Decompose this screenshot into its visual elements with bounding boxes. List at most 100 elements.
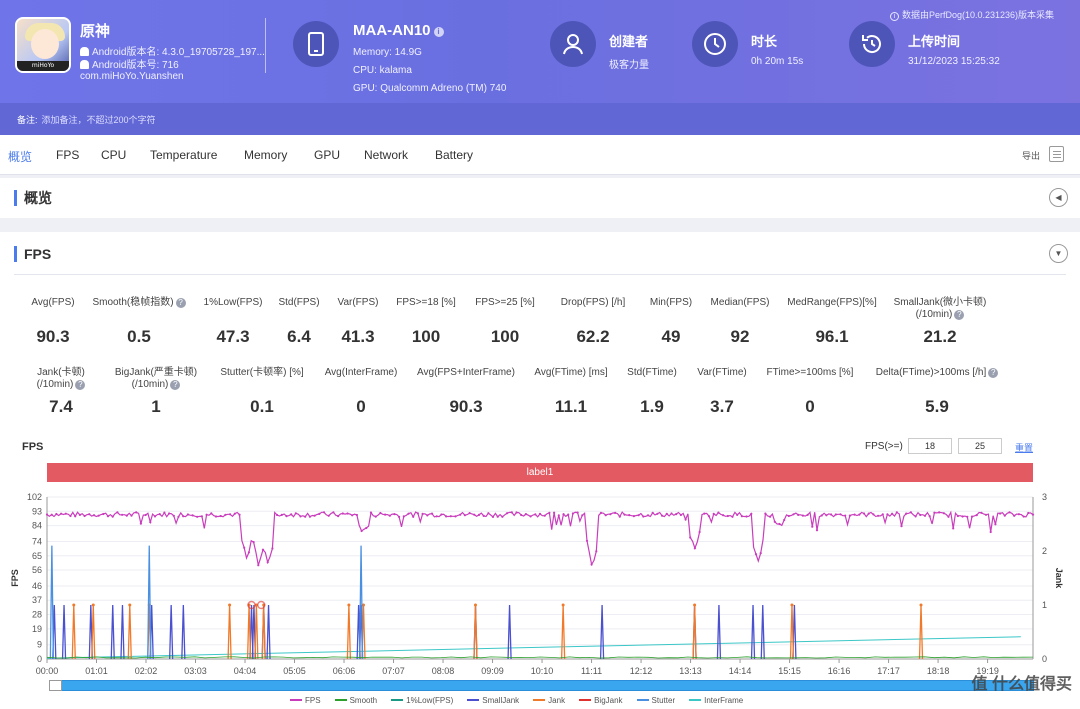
metric-value: 7.4 <box>49 397 73 416</box>
smooth-line <box>46 656 1034 659</box>
fps-threshold-input-b[interactable]: 25 <box>958 438 1002 454</box>
fps-point <box>97 514 100 517</box>
metric-value: 92 <box>730 327 750 346</box>
tab-cpu[interactable]: CPU <box>101 148 126 162</box>
fps-point <box>355 513 358 517</box>
fps-point <box>811 525 814 528</box>
help-icon[interactable]: ? <box>175 298 186 308</box>
notes-bar[interactable]: 备注: 添加备注，不超过200个字符 <box>0 103 1080 135</box>
fps-point <box>585 539 589 542</box>
tab-gpu[interactable]: GPU <box>314 148 340 162</box>
help-icon[interactable]: ? <box>954 310 965 320</box>
fps-point <box>1008 511 1011 514</box>
metric-value: 21.2 <box>923 327 957 346</box>
fps-point <box>78 513 81 516</box>
legend-swatch <box>689 699 702 701</box>
fps-point <box>581 514 584 517</box>
tab-battery[interactable]: Battery <box>435 148 473 162</box>
legend-item-5[interactable]: BigJank <box>579 696 623 705</box>
fps-threshold-input-a[interactable]: 18 <box>908 438 952 454</box>
fps-point <box>548 511 551 514</box>
reset-button[interactable]: 重置 <box>1015 441 1033 454</box>
fps-point <box>463 514 466 517</box>
legend-item-0[interactable]: FPS <box>290 696 321 705</box>
legend-label: 1%Low(FPS) <box>406 696 454 705</box>
jank-spike <box>227 604 232 660</box>
export-icon[interactable] <box>1049 146 1064 162</box>
metric-label: Median(FPS) <box>710 297 770 308</box>
tab-fps[interactable]: FPS <box>56 148 79 162</box>
metric-value: 62.2 <box>576 327 610 346</box>
fps-point <box>909 511 913 514</box>
tab-memory[interactable]: Memory <box>244 148 287 162</box>
metric-metrics_row2-1: BigJank(严重卡顿) (/10min)? 1 <box>100 367 212 417</box>
metric-label-unit: (/10min)? <box>22 379 100 391</box>
fps-point <box>238 513 241 516</box>
time-scrollbar[interactable] <box>49 680 1034 691</box>
help-icon[interactable]: ? <box>75 380 86 390</box>
fps-point <box>421 512 424 515</box>
notes-input[interactable]: 添加备注，不超过200个字符 <box>42 115 156 125</box>
fps-point <box>257 564 260 567</box>
fps-point <box>501 515 504 518</box>
fps-point <box>153 515 157 518</box>
collapse-down-icon[interactable]: ▼ <box>1049 244 1068 263</box>
metric-label: BigJank(严重卡顿) <box>114 367 198 378</box>
fps-point <box>604 514 607 517</box>
fps-point <box>130 514 133 517</box>
fps-point <box>966 515 969 518</box>
tab-bar: 概览 FPS CPU Temperature Memory GPU Networ… <box>0 135 1080 175</box>
fps-point <box>125 514 128 517</box>
legend-item-2[interactable]: 1%Low(FPS) <box>391 696 453 705</box>
legend-label: Stutter <box>651 696 676 705</box>
fps-point <box>754 553 758 556</box>
fps-point <box>459 513 462 516</box>
metric-value: 0.5 <box>127 327 151 346</box>
metric-metrics_row1-8: Min(FPS) 49 <box>640 297 702 347</box>
metric-label: 1%Low(FPS) <box>203 297 263 308</box>
help-icon[interactable]: ? <box>170 380 181 390</box>
info-icon[interactable]: i <box>433 27 444 37</box>
jank-spike <box>346 604 352 660</box>
user-icon <box>550 21 596 67</box>
fps-point <box>933 511 936 514</box>
metric-metrics_row1-5: FPS>=18 [%] 100 <box>390 297 462 347</box>
export-button[interactable]: 导出 <box>1022 149 1040 162</box>
legend-item-4[interactable]: Jank <box>533 696 565 705</box>
fps-point <box>407 512 410 515</box>
creator-value: 极客力量 <box>609 60 649 71</box>
fps-point <box>224 513 227 516</box>
help-icon[interactable]: ? <box>988 368 999 378</box>
metric-metrics_row2-3: Avg(InterFrame) 0 <box>318 367 404 417</box>
chart-legend: FPS Smooth 1%Low(FPS) SmallJank Jank BigJank S… <box>290 696 757 705</box>
jank-marker <box>919 603 923 607</box>
fps-point <box>787 514 790 518</box>
fps-point <box>595 550 598 553</box>
app-name: 原神 <box>80 23 111 40</box>
tab-overview[interactable]: 概览 <box>8 148 32 165</box>
small-jank-spike <box>716 604 722 660</box>
fps-point <box>553 511 556 514</box>
fps-chart[interactable]: 0 9 19 28 37 46 56 65 74 84 93 102 0 1 2 3 FPS Jank 00:00 0… <box>0 485 1080 680</box>
phone-icon <box>293 21 339 67</box>
fps-point <box>759 552 762 555</box>
legend-item-1[interactable]: Smooth <box>334 696 377 705</box>
legend-swatch <box>290 699 302 701</box>
metric-label: MedRange(FPS)[%] <box>787 297 877 308</box>
scroll-handle[interactable] <box>49 680 62 691</box>
fps-point <box>989 530 992 534</box>
legend-item-3[interactable]: SmallJank <box>467 696 519 705</box>
jank-spike <box>91 604 96 660</box>
report-header: miHoYo 原神 Android版本名: 4.3.0_19705728_197… <box>0 0 1080 135</box>
fps-point <box>88 513 91 516</box>
legend-item-6[interactable]: Stutter <box>636 696 676 705</box>
tab-network[interactable]: Network <box>364 148 408 162</box>
tab-temperature[interactable]: Temperature <box>150 148 217 162</box>
legend-item-7[interactable]: InterFrame <box>689 696 743 705</box>
info-icon: i <box>889 12 899 21</box>
metric-label: Jank(卡顿) <box>37 367 85 378</box>
label-band[interactable]: label1 <box>47 463 1033 482</box>
collapse-left-icon[interactable]: ◀ <box>1049 188 1068 207</box>
metric-metrics_row2-0: Jank(卡顿) (/10min)? 7.4 <box>22 367 100 417</box>
y2-axis-label: Jank <box>1054 568 1064 590</box>
